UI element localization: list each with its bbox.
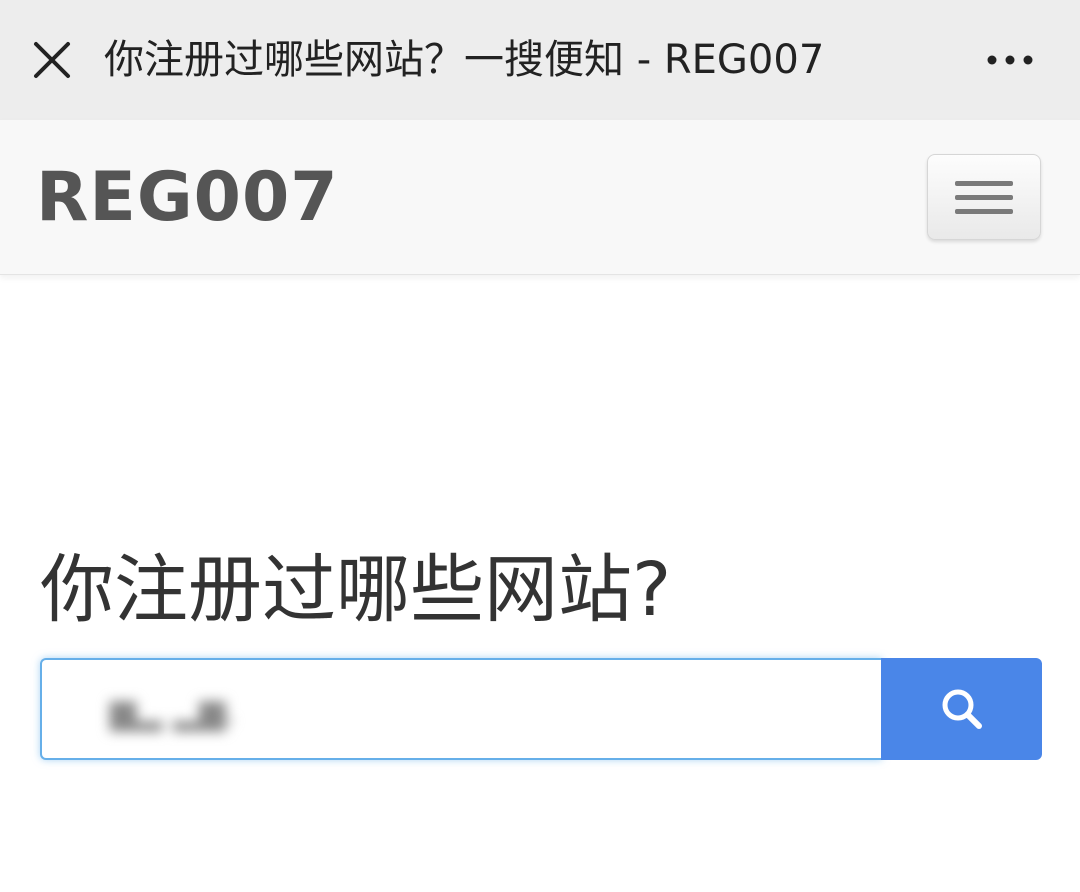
brand-logo-link[interactable]: REG007	[36, 158, 339, 238]
close-icon	[34, 42, 70, 78]
more-options-button[interactable]	[974, 36, 1046, 84]
search-button[interactable]	[881, 658, 1042, 760]
navbar-toggle-button[interactable]	[927, 154, 1041, 240]
more-horizontal-icon	[987, 55, 1033, 65]
search-input-value-blurred: ▆▂ ▂▆.	[110, 692, 237, 732]
search-input[interactable]: ▆▂ ▂▆.	[40, 658, 882, 760]
browser-title-bar: 你注册过哪些网站？一搜便知 - REG007	[0, 0, 1080, 120]
page-title: 你注册过哪些网站？一搜便知 - REG007	[104, 37, 825, 83]
hamburger-menu-icon	[955, 208, 1013, 214]
close-button[interactable]	[26, 34, 78, 86]
site-navbar: REG007	[0, 120, 1080, 275]
hamburger-menu-icon	[955, 194, 1013, 200]
hamburger-menu-icon	[955, 180, 1013, 186]
search-icon	[942, 689, 982, 729]
search-headline: 你注册过哪些网站?	[40, 547, 672, 633]
